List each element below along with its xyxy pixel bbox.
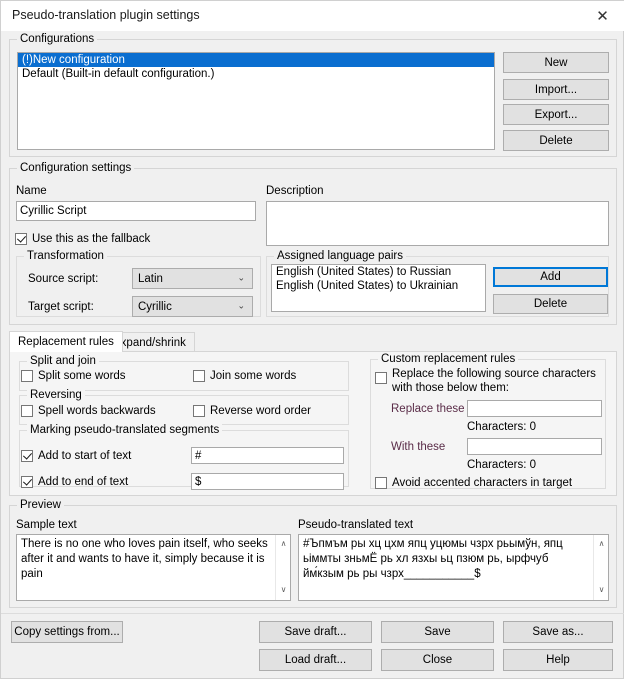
- close-icon[interactable]: ✕: [580, 1, 624, 31]
- reverse-word-order-label: Reverse word order: [210, 405, 311, 417]
- source-script-value: Latin: [138, 272, 163, 285]
- title-bar: Pseudo-translation plugin settings ✕: [1, 1, 624, 31]
- language-pairs-legend: Assigned language pairs: [274, 250, 406, 262]
- split-and-join-legend: Split and join: [27, 355, 99, 367]
- pseudo-text-label: Pseudo-translated text: [298, 519, 414, 531]
- avoid-accented-checkbox[interactable]: Avoid accented characters in target: [375, 476, 572, 490]
- save-as-button[interactable]: Save as...: [503, 621, 613, 643]
- save-button[interactable]: Save: [381, 621, 494, 643]
- checkbox-box[interactable]: [21, 370, 33, 382]
- checkbox-box[interactable]: [193, 405, 205, 417]
- chevron-down-icon[interactable]: ⌄: [237, 273, 245, 283]
- import-button[interactable]: Import...: [503, 79, 609, 100]
- add-to-start-label: Add to start of text: [38, 450, 132, 462]
- replace-source-characters-label: Replace the following source characters …: [392, 368, 596, 395]
- reversing-legend: Reversing: [27, 389, 85, 401]
- new-button[interactable]: New: [503, 52, 609, 73]
- list-item[interactable]: Default (Built-in default configuration.…: [18, 67, 494, 81]
- checkbox-box[interactable]: [21, 476, 33, 488]
- list-item[interactable]: English (United States) to Ukrainian: [272, 279, 485, 293]
- replace-these-label: Replace these: [391, 403, 465, 415]
- language-pairs-listbox[interactable]: English (United States) to Russian Engli…: [271, 264, 486, 312]
- custom-rules-legend: Custom replacement rules: [378, 353, 519, 365]
- target-script-select[interactable]: Cyrillic ⌄: [132, 296, 253, 317]
- add-to-start-input[interactable]: #: [191, 447, 344, 464]
- name-input[interactable]: Cyrillic Script: [16, 201, 256, 221]
- checkbox-box[interactable]: [21, 405, 33, 417]
- list-item[interactable]: English (United States) to Russian: [272, 265, 485, 279]
- marking-legend: Marking pseudo-translated segments: [27, 424, 223, 436]
- scroll-up-icon[interactable]: ∧: [594, 537, 608, 552]
- chevron-down-icon[interactable]: ⌄: [237, 301, 245, 311]
- with-these-input[interactable]: [467, 438, 602, 455]
- reverse-word-order-checkbox[interactable]: Reverse word order: [193, 404, 311, 418]
- add-language-pair-button[interactable]: Add: [493, 267, 608, 287]
- pseudo-text-output[interactable]: #Ъпмъм ры хц цхм япц уцюмы чзрх рьымўн, …: [298, 534, 609, 601]
- target-script-label: Target script:: [28, 301, 94, 313]
- fallback-checkbox-label: Use this as the fallback: [32, 233, 151, 245]
- split-some-words-checkbox[interactable]: Split some words: [21, 369, 126, 383]
- fallback-checkbox[interactable]: Use this as the fallback: [15, 232, 150, 246]
- split-some-words-label: Split some words: [38, 370, 126, 382]
- footer-divider: [1, 613, 624, 614]
- with-these-label: With these: [391, 441, 446, 453]
- checkbox-box[interactable]: [15, 233, 27, 245]
- export-button[interactable]: Export...: [503, 104, 609, 125]
- configurations-listbox[interactable]: (!)New configuration Default (Built-in d…: [17, 52, 495, 150]
- transformation-legend: Transformation: [24, 250, 107, 262]
- name-label: Name: [16, 185, 47, 197]
- scroll-up-icon[interactable]: ∧: [276, 537, 290, 552]
- load-draft-button[interactable]: Load draft...: [259, 649, 372, 671]
- sample-text-scrollbar[interactable]: ∧ ∨: [275, 535, 290, 600]
- avoid-accented-label: Avoid accented characters in target: [392, 477, 573, 489]
- pseudo-text-value: #Ъпмъм ры хц цхм япц уцюмы чзрх рьымўн, …: [303, 538, 563, 581]
- source-script-select[interactable]: Latin ⌄: [132, 268, 253, 289]
- source-script-label: Source script:: [28, 273, 99, 285]
- spell-words-backwards-checkbox[interactable]: Spell words backwards: [21, 404, 156, 418]
- add-to-start-checkbox[interactable]: Add to start of text: [21, 449, 131, 463]
- description-label: Description: [266, 185, 324, 197]
- tab-replacement-rules[interactable]: Replacement rules: [9, 331, 123, 352]
- copy-settings-from-button[interactable]: Copy settings from...: [11, 621, 123, 643]
- delete-language-pair-button[interactable]: Delete: [493, 294, 608, 314]
- checkbox-box[interactable]: [375, 477, 387, 489]
- sample-text-value: There is no one who loves pain itself, w…: [21, 538, 268, 581]
- add-to-end-checkbox[interactable]: Add to end of text: [21, 475, 128, 489]
- help-button[interactable]: Help: [503, 649, 613, 671]
- target-script-value: Cyrillic: [138, 300, 172, 313]
- delete-configuration-button[interactable]: Delete: [503, 130, 609, 151]
- checkbox-box[interactable]: [21, 450, 33, 462]
- replace-source-characters-checkbox[interactable]: Replace the following source characters …: [375, 367, 599, 395]
- add-to-end-input[interactable]: $: [191, 473, 344, 490]
- with-these-char-count: Characters: 0: [467, 459, 537, 471]
- join-some-words-checkbox[interactable]: Join some words: [193, 369, 296, 383]
- close-button[interactable]: Close: [381, 649, 494, 671]
- window-title: Pseudo-translation plugin settings: [12, 8, 200, 22]
- description-input[interactable]: [266, 201, 609, 246]
- configuration-settings-legend: Configuration settings: [17, 162, 135, 174]
- plugin-settings-window: Pseudo-translation plugin settings ✕ Con…: [0, 0, 624, 679]
- spell-words-backwards-label: Spell words backwards: [38, 405, 156, 417]
- replace-these-char-count: Characters: 0: [467, 421, 537, 433]
- sample-text-input[interactable]: There is no one who loves pain itself, w…: [16, 534, 291, 601]
- tab-label: Replacement rules: [18, 336, 114, 348]
- list-item[interactable]: (!)New configuration: [18, 53, 494, 67]
- replace-these-input[interactable]: [467, 400, 602, 417]
- save-draft-button[interactable]: Save draft...: [259, 621, 372, 643]
- checkbox-box[interactable]: [193, 370, 205, 382]
- checkbox-box[interactable]: [375, 372, 387, 384]
- add-to-end-label: Add to end of text: [38, 476, 129, 488]
- pseudo-text-scrollbar[interactable]: ∧ ∨: [593, 535, 608, 600]
- scroll-down-icon[interactable]: ∨: [594, 583, 608, 598]
- scroll-down-icon[interactable]: ∨: [276, 583, 290, 598]
- preview-legend: Preview: [17, 499, 64, 511]
- configurations-legend: Configurations: [17, 33, 98, 45]
- tab-label: Expand/shrink: [113, 336, 186, 349]
- join-some-words-label: Join some words: [210, 370, 297, 382]
- sample-text-label: Sample text: [16, 519, 77, 531]
